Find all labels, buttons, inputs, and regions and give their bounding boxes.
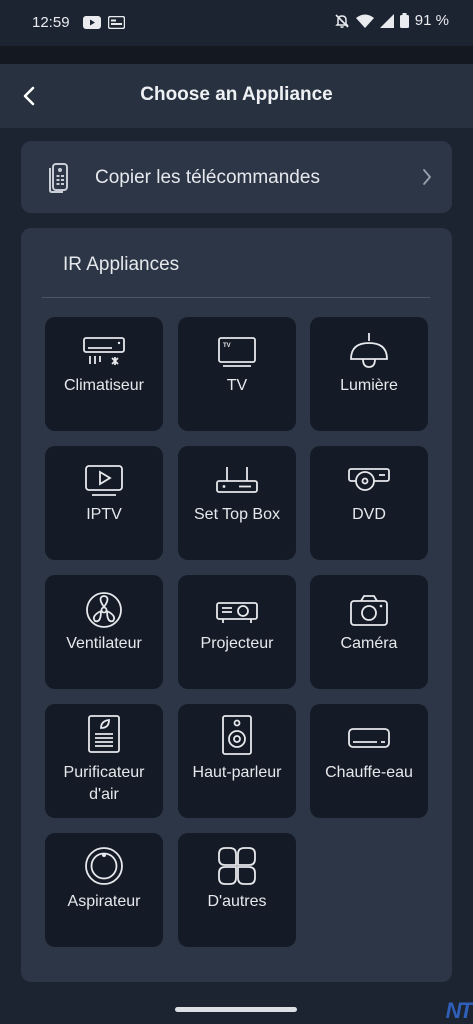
ir-appliances-section: IR Appliances Climatiseur TV TV Lumière … [21, 228, 452, 982]
water-heater-icon [310, 720, 428, 758]
appliance-label: TV [226, 377, 248, 394]
appliance-label: Purificateur d'air [63, 764, 145, 803]
dvd-icon [310, 462, 428, 500]
others-icon [178, 847, 296, 885]
chevron-right-icon [422, 168, 432, 191]
header-divider [0, 46, 473, 64]
gesture-nav-bar [0, 996, 473, 1024]
section-divider [42, 297, 430, 298]
svg-text:TV: TV [223, 343, 231, 349]
fan-icon [45, 591, 163, 629]
appliance-tile-others[interactable]: D'autres [178, 833, 296, 947]
set-top-box-icon [178, 462, 296, 500]
app-header: Choose an Appliance [0, 64, 473, 128]
youtube-notification-icon [83, 16, 101, 34]
air-conditioner-icon [45, 333, 163, 371]
appliance-label: Set Top Box [194, 506, 280, 523]
tv-icon: TV [178, 333, 296, 371]
wifi-icon [355, 14, 374, 28]
appliance-tile-tv[interactable]: TV TV [178, 317, 296, 431]
mute-bell-icon [334, 13, 350, 29]
appliance-tile-air-purifier[interactable]: Purificateur d'air [45, 704, 163, 818]
appliance-label: D'autres [207, 893, 267, 910]
home-handle[interactable] [175, 1007, 297, 1012]
status-time: 12:59 [32, 14, 70, 31]
appliance-tile-set-top-box[interactable]: Set Top Box [178, 446, 296, 560]
appliance-label: Haut-parleur [192, 764, 282, 781]
appliance-tile-dvd[interactable]: DVD [310, 446, 428, 560]
remote-control-icon [45, 163, 71, 198]
appliance-tile-speaker[interactable]: Haut-parleur [178, 704, 296, 818]
appliance-tile-air-conditioner[interactable]: Climatiseur [45, 317, 163, 431]
camera-icon [310, 591, 428, 629]
air-purifier-icon [45, 715, 163, 754]
appliance-label: Climatiseur [63, 377, 144, 394]
projector-icon [178, 591, 296, 629]
appliance-label: Chauffe-eau [325, 764, 413, 781]
speaker-icon [178, 715, 296, 755]
watermark-logo: NT [445, 998, 473, 1023]
battery-level: 91 % [414, 12, 449, 29]
appliance-tile-camera[interactable]: Caméra [310, 575, 428, 689]
status-bar: 12:59 91 % [0, 0, 473, 46]
appliance-label: DVD [352, 506, 386, 523]
iptv-icon [45, 462, 163, 500]
section-title: IR Appliances [63, 254, 180, 275]
lamp-icon [310, 333, 428, 371]
appliance-label: Projecteur [200, 635, 274, 652]
signal-icon [379, 13, 394, 28]
appliance-label: Lumière [340, 377, 398, 394]
status-indicators: 91 % [334, 12, 449, 29]
appliance-tile-light[interactable]: Lumière [310, 317, 428, 431]
appliance-tile-iptv[interactable]: IPTV [45, 446, 163, 560]
robot-vacuum-icon [45, 847, 163, 885]
battery-icon [399, 13, 409, 28]
copy-remotes-label: Copier les télécommandes [95, 167, 320, 188]
appliance-tile-vacuum[interactable]: Aspirateur [45, 833, 163, 947]
appliance-label: Ventilateur [66, 635, 142, 652]
message-notification-icon [107, 15, 126, 34]
appliance-tile-fan[interactable]: Ventilateur [45, 575, 163, 689]
appliance-tile-projector[interactable]: Projecteur [178, 575, 296, 689]
appliance-tile-water-heater[interactable]: Chauffe-eau [310, 704, 428, 818]
appliance-label: IPTV [86, 506, 122, 523]
copy-remotes-button[interactable]: Copier les télécommandes [21, 141, 452, 213]
page-title: Choose an Appliance [140, 84, 333, 105]
appliance-label: Caméra [340, 635, 398, 652]
appliance-label: Aspirateur [67, 893, 141, 910]
